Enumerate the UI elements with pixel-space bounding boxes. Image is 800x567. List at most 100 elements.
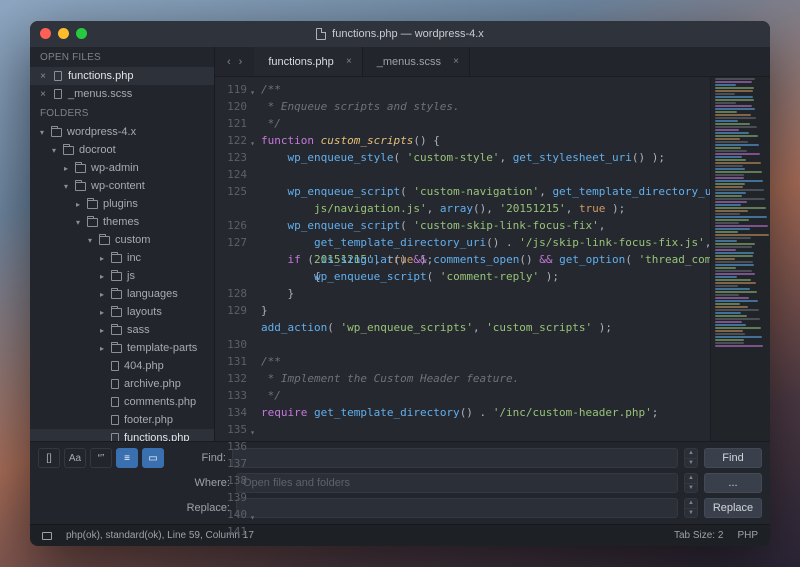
disclosure-icon[interactable]: ▸ [98, 344, 106, 353]
code-content[interactable]: /** * Enqueue scripts and styles. */func… [255, 77, 710, 441]
tree-row[interactable]: ▸ layouts [30, 303, 214, 321]
replace-stepper[interactable]: ▲▼ [684, 498, 698, 518]
tree-row[interactable]: ▾docroot [30, 141, 214, 159]
tree-row[interactable]: footer.php [30, 411, 214, 429]
close-icon[interactable]: × [453, 56, 459, 67]
window-title: functions.php — wordpress-4.x [332, 28, 484, 40]
disclosure-icon[interactable]: ▸ [98, 272, 106, 281]
code-line: wp_enqueue_style( 'custom-style', get_st… [261, 149, 710, 166]
disclosure-icon[interactable]: ▸ [98, 308, 106, 317]
folder-icon [111, 326, 122, 335]
code-line: * Implement the Custom Header feature. [261, 370, 710, 387]
disclosure-icon[interactable]: ▸ [74, 200, 82, 209]
case-toggle[interactable]: Aa [64, 448, 86, 468]
folder-icon [63, 146, 74, 155]
open-files-header: OPEN FILES [30, 47, 214, 67]
tree-label: sass [127, 324, 150, 336]
tab[interactable]: functions.php× [254, 47, 362, 76]
code-line: /** [261, 438, 710, 441]
tree-row[interactable]: ▾custom [30, 231, 214, 249]
close-icon[interactable]: × [38, 89, 48, 100]
disclosure-icon[interactable]: ▸ [62, 164, 70, 173]
tree-row[interactable]: comments.php [30, 393, 214, 411]
tree-row[interactable]: ▾wp-content [30, 177, 214, 195]
open-file-label: _menus.scss [68, 88, 132, 100]
line-number: 138 [215, 472, 247, 489]
disclosure-icon[interactable]: ▾ [86, 236, 94, 245]
find-button[interactable]: Find [704, 448, 762, 468]
tree-row[interactable]: ▸ inc [30, 249, 214, 267]
document-icon [54, 71, 62, 81]
minimize-icon[interactable] [58, 28, 69, 39]
close-icon[interactable] [40, 28, 51, 39]
code-line: require get_template_directory() . '/inc… [261, 404, 710, 421]
tree-row[interactable]: ▸wp-admin [30, 159, 214, 177]
tree-row[interactable]: ▸js [30, 267, 214, 285]
where-stepper[interactable]: ▲▼ [684, 473, 698, 493]
fold-icon[interactable]: ▾ [250, 509, 255, 526]
tree-row[interactable]: ▸ languages [30, 285, 214, 303]
tree-label: 404.php [124, 360, 164, 372]
disclosure-icon[interactable]: ▸ [98, 326, 106, 335]
tree-label: layouts [127, 306, 162, 318]
replace-input[interactable] [236, 498, 678, 518]
code-line: */ [261, 115, 710, 132]
tree-label: inc [127, 252, 141, 264]
code-line [261, 166, 710, 183]
where-input[interactable] [236, 473, 678, 493]
tree-label: wordpress-4.x [67, 126, 136, 138]
line-number: 125 [215, 183, 247, 200]
sidebar: OPEN FILES × functions.php × _menus.scss FO… [30, 47, 215, 441]
code-line: * Enqueue scripts and styles. [261, 98, 710, 115]
tree-row[interactable]: ▸ sass [30, 321, 214, 339]
title-bar[interactable]: functions.php — wordpress-4.x [30, 21, 770, 47]
where-browse-button[interactable]: ... [704, 473, 762, 493]
replace-button[interactable]: Replace [704, 498, 762, 518]
word-toggle[interactable]: “” [90, 448, 112, 468]
disclosure-icon[interactable]: ▾ [50, 146, 58, 155]
close-icon[interactable]: × [346, 56, 352, 67]
folders-header: FOLDERS [30, 103, 214, 123]
close-icon[interactable]: × [38, 71, 48, 82]
code-line: wp_enqueue_script( 'custom-navigation', … [261, 183, 710, 200]
folder-icon [87, 218, 98, 227]
folder-icon [111, 272, 122, 281]
minimap[interactable] [710, 77, 770, 441]
line-number: 134 [215, 404, 247, 421]
disclosure-icon[interactable]: ▾ [62, 182, 70, 191]
tree-label: languages [127, 288, 178, 300]
open-file-item[interactable]: × _menus.scss [30, 85, 214, 103]
tree-row[interactable]: archive.php [30, 375, 214, 393]
find-stepper[interactable]: ▲▼ [684, 448, 698, 468]
regex-toggle[interactable]: [] [38, 448, 60, 468]
tree-row[interactable]: ▾themes [30, 213, 214, 231]
open-file-item[interactable]: × functions.php [30, 67, 214, 85]
find-input[interactable] [232, 448, 678, 468]
code-line: } [261, 285, 710, 302]
nav-back-icon[interactable]: ‹ [227, 56, 231, 68]
zoom-icon[interactable] [76, 28, 87, 39]
line-number: 141 [215, 523, 247, 540]
tree-label: template-parts [127, 342, 197, 354]
code-line [261, 336, 710, 353]
tab-size-indicator[interactable]: Tab Size: 2 [674, 530, 723, 541]
tree-row[interactable]: ▸plugins [30, 195, 214, 213]
disclosure-icon[interactable]: ▸ [98, 254, 106, 263]
folder-icon [75, 164, 86, 173]
tree-row[interactable]: functions.php [30, 429, 214, 441]
nav-forward-icon[interactable]: › [239, 56, 243, 68]
disclosure-icon[interactable]: ▸ [98, 290, 106, 299]
tree-row[interactable]: ▾ wordpress-4.x [30, 123, 214, 141]
tab[interactable]: _menus.scss× [363, 47, 470, 76]
context-toggle-1[interactable]: ≡ [116, 448, 138, 468]
language-indicator[interactable]: PHP [737, 530, 758, 541]
open-file-label: functions.php [68, 70, 133, 82]
disclosure-icon[interactable]: ▾ [74, 218, 82, 227]
code-line: /** [261, 81, 710, 98]
tree-row[interactable]: 404.php [30, 357, 214, 375]
context-toggle-2[interactable]: ▭ [142, 448, 164, 468]
document-icon [54, 89, 62, 99]
tree-row[interactable]: ▸ template-parts [30, 339, 214, 357]
folder-icon [99, 236, 110, 245]
disclosure-icon[interactable]: ▾ [38, 128, 46, 137]
